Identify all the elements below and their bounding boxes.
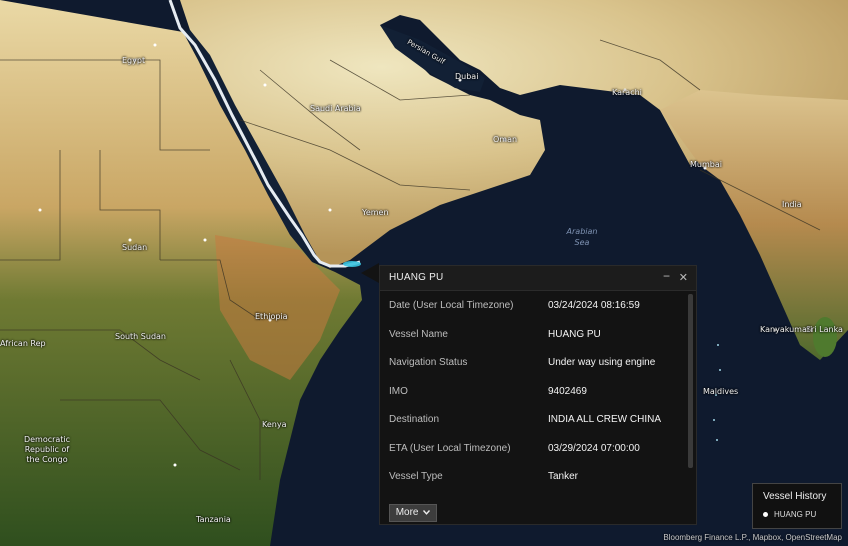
- legend-item-label: HUANG PU: [774, 510, 817, 519]
- detail-value: 03/29/2024 07:00:00: [548, 442, 640, 454]
- label-india: India: [782, 200, 802, 209]
- popup-details: Date (User Local Timezone) 03/24/2024 08…: [380, 291, 686, 491]
- detail-row-imo: IMO 9402469: [380, 377, 686, 406]
- legend-title: Vessel History: [763, 491, 827, 502]
- label-egypt: Egypt: [122, 56, 146, 65]
- close-icon[interactable]: ✕: [679, 271, 688, 284]
- label-oman: Oman: [493, 135, 518, 144]
- more-label: More: [395, 507, 419, 518]
- detail-key: ETA (User Local Timezone): [389, 442, 511, 454]
- label-karachi: Karachi: [612, 88, 642, 97]
- label-yemen: Yemen: [362, 208, 389, 217]
- popup-header: HUANG PU − ✕: [380, 266, 696, 291]
- legend-item[interactable]: HUANG PU: [763, 510, 816, 519]
- label-south-sudan: South Sudan: [115, 332, 166, 341]
- label-drc: Democratic Republic of the Congo: [23, 435, 71, 464]
- label-african-rep: African Rep: [0, 339, 46, 348]
- detail-row-vessel-name: Vessel Name HUANG PU: [380, 320, 686, 349]
- label-dubai: Dubai: [455, 72, 479, 81]
- sri-lanka-land: [813, 317, 837, 357]
- label-kanyakumari: Kanyakumari: [760, 325, 813, 334]
- legend-dot-icon: [763, 512, 768, 518]
- detail-key: Navigation Status: [389, 357, 468, 368]
- map-attribution: Bloomberg Finance L.P., Mapbox, OpenStre…: [663, 533, 842, 542]
- detail-row-navigation-status: Navigation Status Under way using engine: [380, 348, 686, 377]
- label-mumbai: Mumbai: [690, 160, 722, 169]
- vessel-history-legend: Vessel History HUANG PU: [752, 483, 842, 529]
- detail-key: IMO: [389, 385, 408, 397]
- detail-key: Vessel Name: [389, 328, 448, 340]
- detail-value: Tanker: [548, 471, 579, 482]
- popup-pointer: [361, 263, 379, 283]
- detail-value: 03/24/2024 08:16:59: [548, 300, 640, 311]
- label-saudi-arabia: Saudi Arabia: [310, 104, 361, 113]
- detail-value: HUANG PU: [548, 328, 601, 340]
- popup-title: HUANG PU: [389, 272, 444, 283]
- detail-value: INDIA ALL CREW CHINA: [548, 414, 661, 425]
- detail-key: Destination: [389, 414, 440, 425]
- label-sudan: Sudan: [122, 243, 148, 252]
- more-button[interactable]: More: [389, 504, 437, 522]
- minimize-icon[interactable]: −: [663, 269, 670, 283]
- detail-value: Under way using engine: [548, 357, 656, 368]
- vessel-current-position-marker: [343, 261, 361, 267]
- label-arabian-sea: Arabian Sea: [566, 227, 598, 247]
- detail-key: Date (User Local Timezone): [389, 300, 514, 311]
- detail-value: 9402469: [548, 385, 587, 397]
- detail-row-date: Date (User Local Timezone) 03/24/2024 08…: [380, 291, 686, 320]
- vessel-info-popup: HUANG PU − ✕ Date (User Local Timezone) …: [379, 265, 697, 525]
- detail-row-eta: ETA (User Local Timezone) 03/29/2024 07:…: [380, 434, 686, 463]
- label-kenya: Kenya: [262, 420, 287, 429]
- detail-key: Vessel Type: [389, 471, 443, 482]
- chevron-down-icon: [423, 509, 431, 515]
- popup-scrollbar[interactable]: [688, 294, 693, 468]
- detail-row-destination: Destination INDIA ALL CREW CHINA: [380, 405, 686, 434]
- detail-row-vessel-type: Vessel Type Tanker: [380, 462, 686, 491]
- label-ethiopia: Ethiopia: [255, 312, 288, 321]
- label-maldives: Maldives: [703, 387, 739, 396]
- label-tanzania: Tanzania: [196, 515, 231, 524]
